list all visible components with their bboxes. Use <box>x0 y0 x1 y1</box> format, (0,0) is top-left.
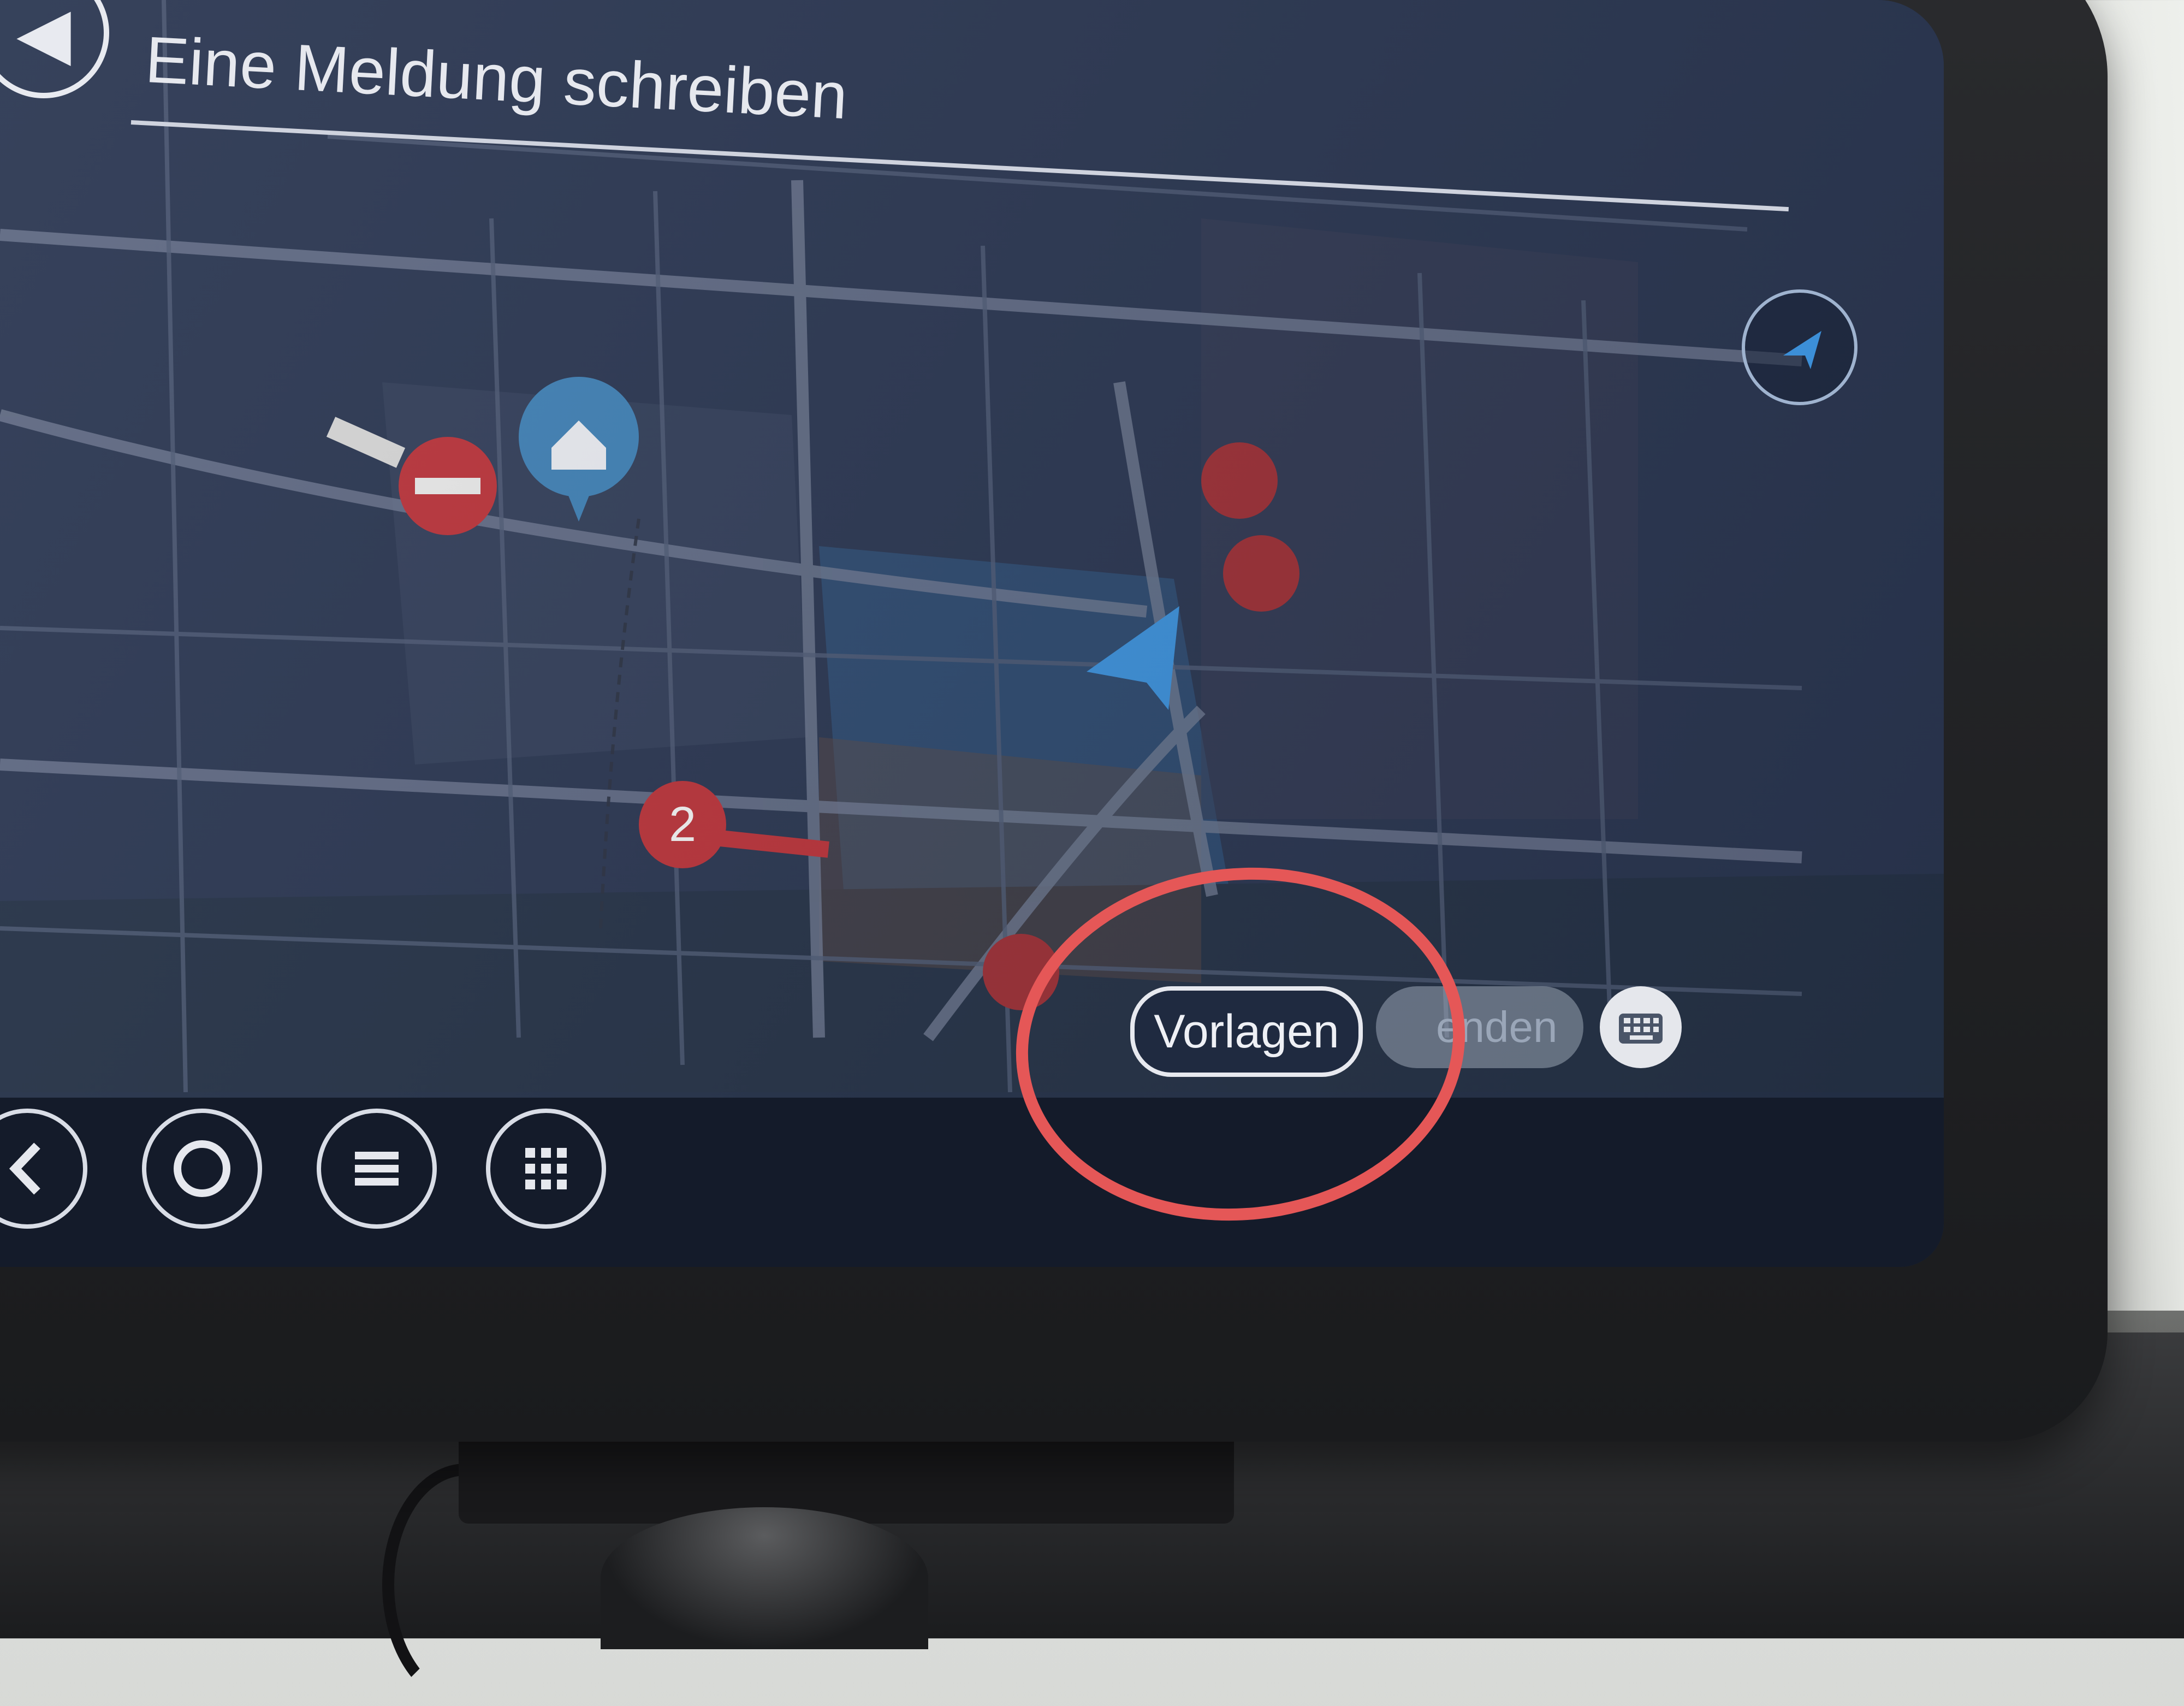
keyboard-icon[interactable] <box>1600 986 1682 1068</box>
roadworks-icon <box>1223 535 1299 612</box>
message-action-row: Vorlagen enden <box>0 967 1944 1098</box>
marker-number: 2 <box>669 797 696 852</box>
nav-menu-button[interactable] <box>317 1109 437 1229</box>
back-icon <box>9 1142 40 1195</box>
nav-home-button[interactable] <box>142 1109 262 1229</box>
roadworks-icon <box>1201 442 1278 519</box>
nav-back-button[interactable] <box>0 1109 87 1229</box>
nav-apps-button[interactable] <box>486 1109 606 1229</box>
apps-grid-icon <box>525 1148 567 1189</box>
android-nav-bar <box>0 1098 1944 1267</box>
menu-icon <box>355 1152 399 1186</box>
device-mount-stem <box>601 1507 928 1649</box>
home-circle-icon <box>174 1140 230 1197</box>
locate-me-icon[interactable] <box>1742 289 1857 405</box>
device-screen: 2 ◀ Eine Meldung schreiben Vorlagen ende… <box>0 0 1944 1267</box>
locate-arrow-icon <box>1783 331 1821 369</box>
back-arrow-icon[interactable]: ◀ <box>0 0 109 98</box>
page-title: Eine Meldung schreiben <box>143 22 850 133</box>
header-bar: ◀ Eine Meldung schreiben <box>0 0 1856 212</box>
